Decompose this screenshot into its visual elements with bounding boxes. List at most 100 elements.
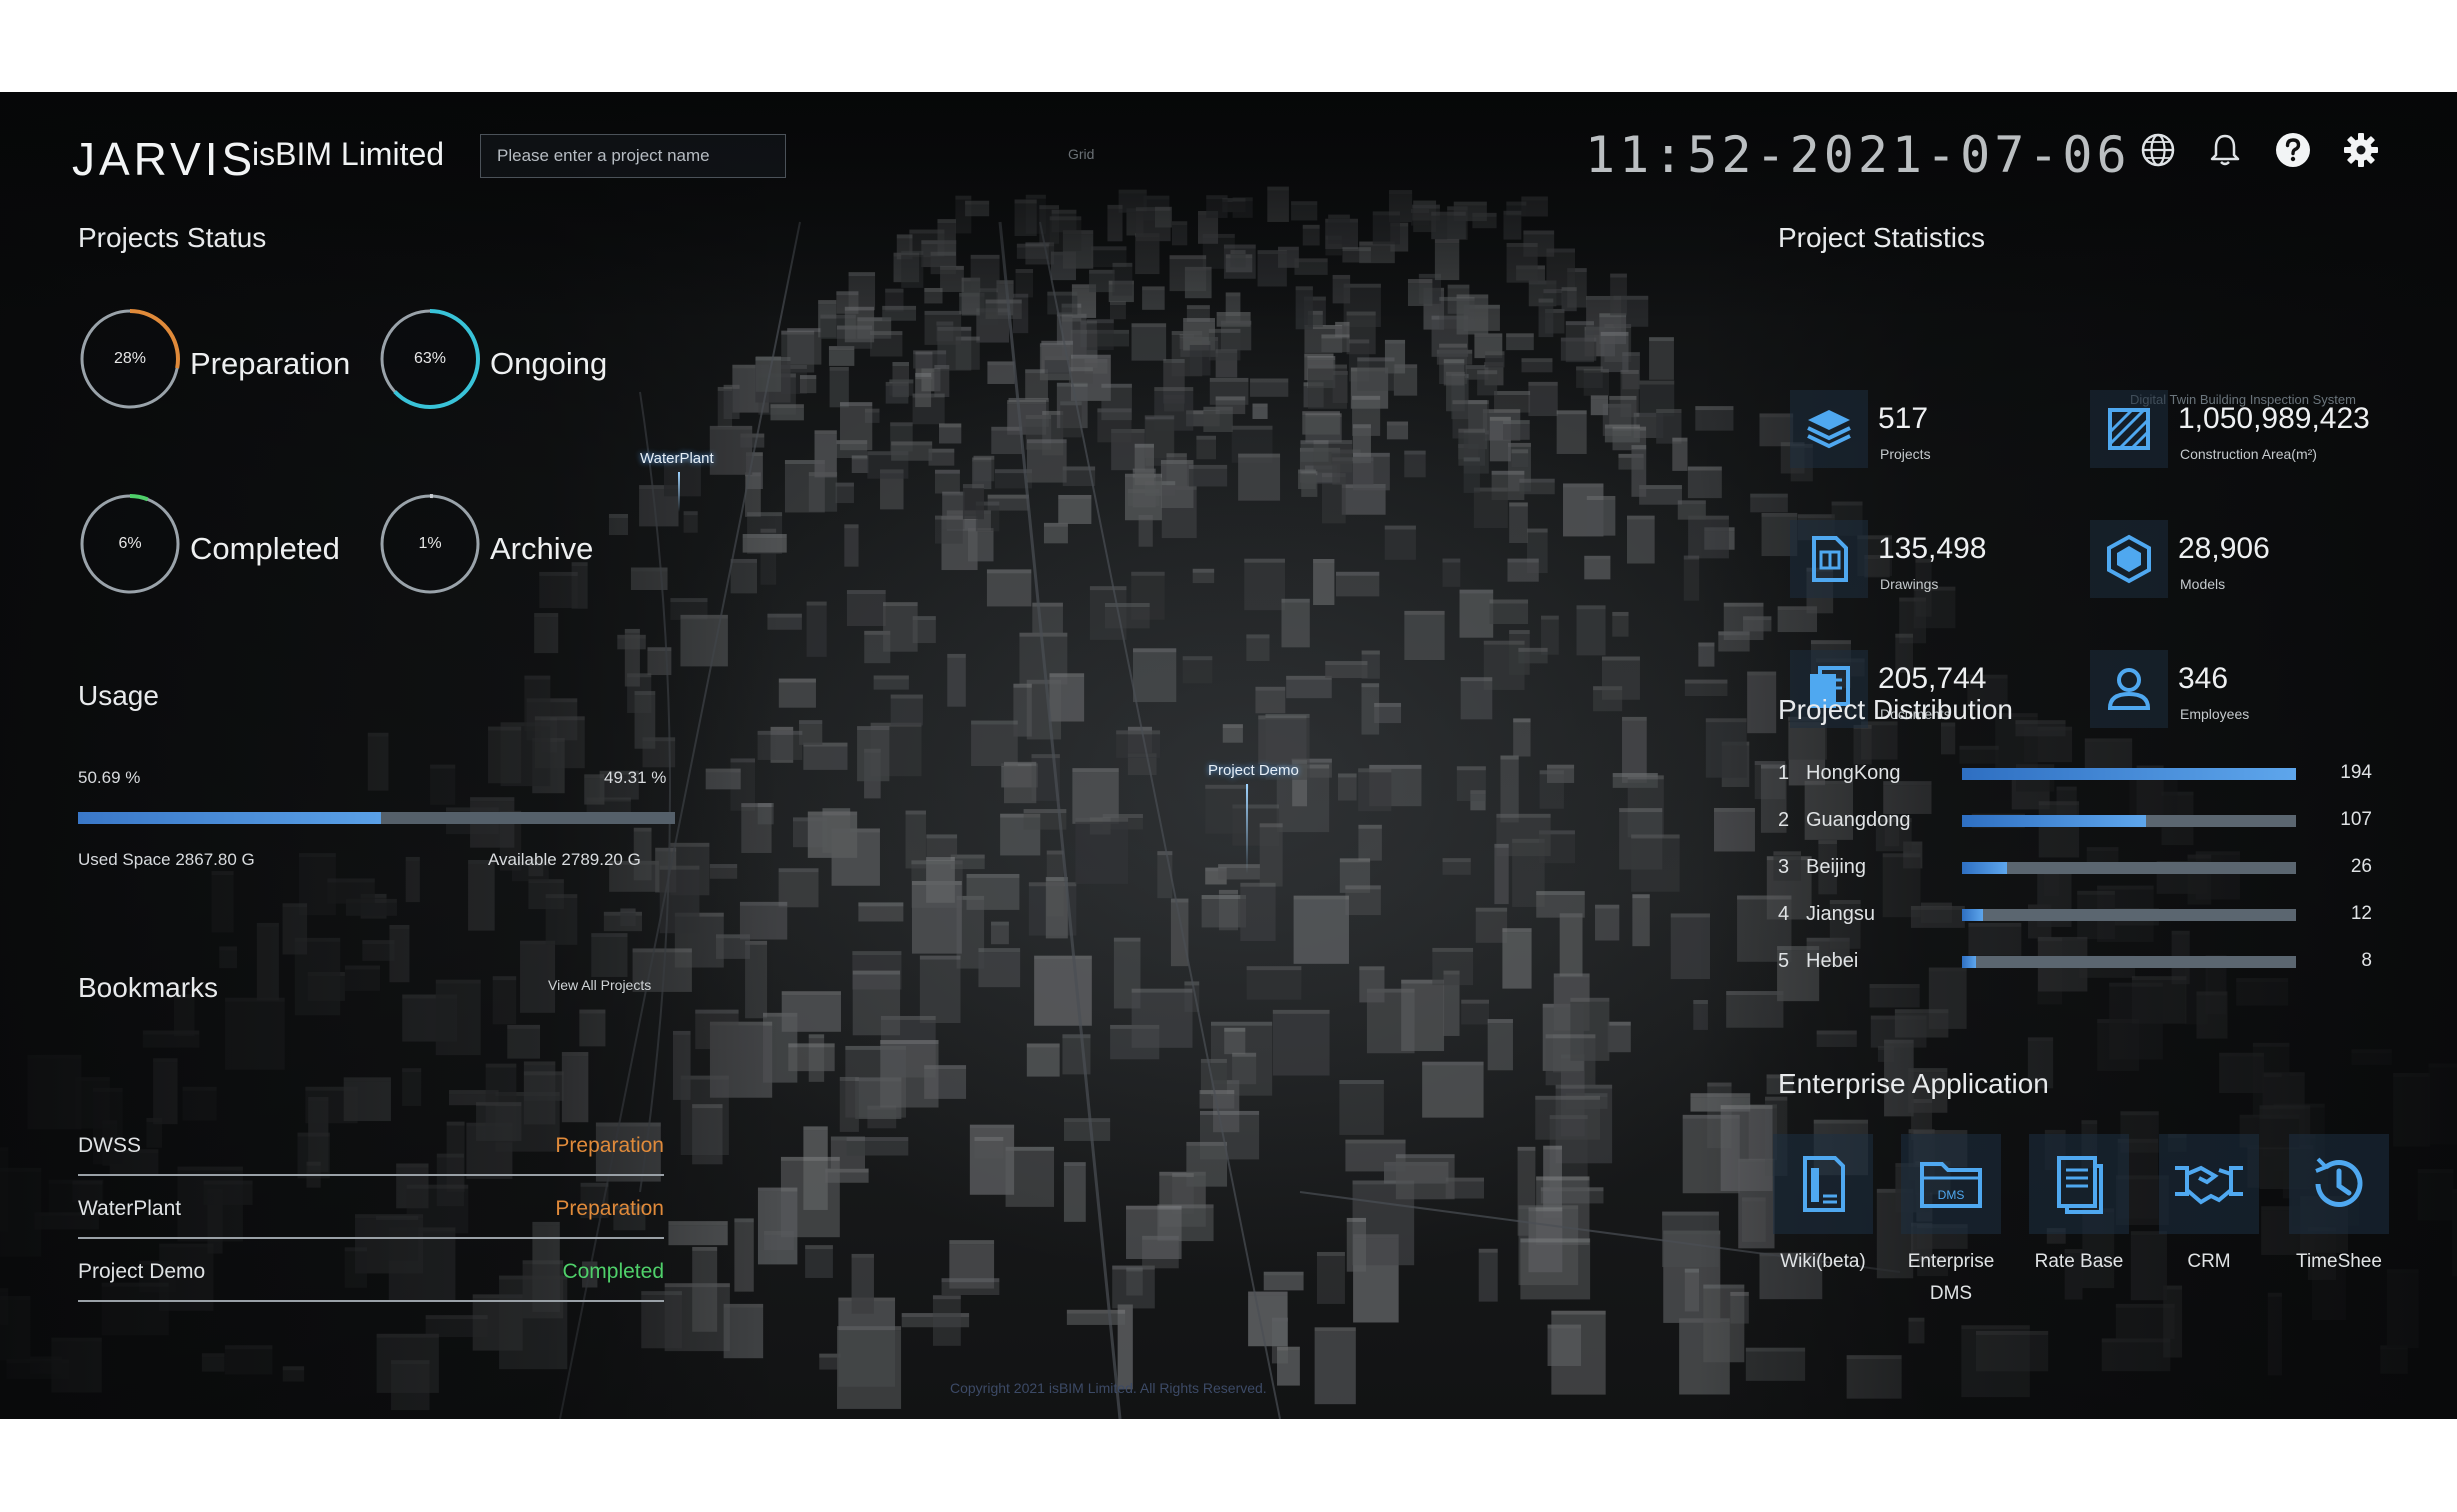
map-pin-project-demo-label[interactable]: Project Demo bbox=[1208, 762, 1299, 779]
help-icon[interactable] bbox=[2271, 128, 2315, 172]
city-building-roof bbox=[781, 991, 841, 996]
city-building-roof bbox=[971, 720, 1018, 725]
app-logo[interactable]: JARVIS bbox=[72, 132, 256, 186]
city-building-roof bbox=[1503, 420, 1530, 425]
city-building bbox=[1131, 992, 1193, 1048]
city-building bbox=[987, 365, 1015, 384]
city-building-roof bbox=[905, 810, 926, 815]
city-building-roof bbox=[1584, 555, 1611, 560]
city-building bbox=[1520, 1242, 1591, 1300]
city-building-roof bbox=[1244, 558, 1285, 563]
settings-gear-icon[interactable] bbox=[2339, 128, 2383, 172]
city-building bbox=[844, 528, 859, 567]
city-building-roof bbox=[852, 951, 902, 956]
city-building-roof bbox=[1361, 650, 1380, 655]
city-building bbox=[978, 952, 1021, 988]
stat-label: Drawings bbox=[1880, 576, 1939, 592]
status-ring-preparation[interactable]: 28% bbox=[78, 307, 182, 411]
status-ring-completed[interactable]: 6% bbox=[78, 492, 182, 596]
app-label: CRM bbox=[2187, 1251, 2231, 1272]
app-handshake[interactable]: CRM bbox=[2154, 1134, 2264, 1278]
app-dms-folder[interactable]: DMS Enterprise DMS bbox=[1896, 1134, 2006, 1310]
city-building bbox=[1576, 370, 1603, 388]
city-building bbox=[1473, 491, 1508, 529]
project-search-input[interactable] bbox=[480, 134, 786, 178]
city-building-roof bbox=[1460, 677, 1493, 682]
city-building-roof bbox=[1144, 415, 1175, 420]
city-building-roof bbox=[1316, 1251, 1345, 1256]
user-icon bbox=[2090, 650, 2168, 728]
city-building-roof bbox=[1551, 1310, 1606, 1315]
city-building-roof bbox=[814, 430, 837, 435]
city-building-roof bbox=[1631, 834, 1680, 839]
city-building-roof bbox=[1604, 424, 1640, 429]
distribution-region: Guangdong bbox=[1806, 809, 1911, 831]
city-building bbox=[1170, 902, 1189, 967]
city-building-roof bbox=[1361, 683, 1380, 688]
city-building-roof bbox=[913, 350, 947, 355]
city-building-roof bbox=[1563, 483, 1604, 488]
city-building-roof bbox=[1509, 630, 1530, 635]
city-building-roof bbox=[1456, 766, 1486, 771]
city-building-roof bbox=[835, 482, 854, 487]
city-building bbox=[1631, 838, 1680, 892]
city-building-roof bbox=[1404, 610, 1445, 615]
city-building-roof bbox=[1072, 768, 1119, 773]
city-building-roof bbox=[934, 469, 960, 474]
app-wiki[interactable]: Wiki(beta) bbox=[1768, 1134, 1878, 1278]
city-building-roof bbox=[1369, 764, 1422, 769]
city-building-roof bbox=[803, 1126, 828, 1131]
city-building bbox=[934, 368, 950, 398]
city-building bbox=[1313, 563, 1335, 606]
city-building bbox=[828, 350, 855, 366]
city-building-roof bbox=[1485, 351, 1505, 356]
bookmark-row[interactable]: Project Demo Completed bbox=[78, 1242, 664, 1302]
city-building bbox=[1478, 1252, 1498, 1302]
city-building-roof bbox=[942, 491, 965, 496]
bookmark-status: Preparation bbox=[555, 1197, 664, 1220]
app-label: Wiki(beta) bbox=[1780, 1251, 1866, 1272]
city-building bbox=[1500, 759, 1519, 823]
city-building bbox=[1250, 382, 1289, 397]
city-building-roof bbox=[1475, 907, 1508, 912]
bell-icon[interactable] bbox=[2203, 128, 2247, 172]
view-all-projects-link[interactable]: View All Projects bbox=[548, 977, 651, 993]
city-building-roof bbox=[1008, 397, 1049, 402]
city-building-roof bbox=[1042, 410, 1064, 415]
city-building bbox=[1565, 325, 1594, 363]
bookmark-row[interactable]: WaterPlant Preparation bbox=[78, 1179, 664, 1239]
city-building bbox=[1649, 341, 1674, 380]
city-building-roof bbox=[1357, 357, 1395, 362]
city-building bbox=[1134, 447, 1154, 486]
city-building bbox=[1063, 1166, 1086, 1222]
bookmark-name: Project Demo bbox=[78, 1260, 206, 1283]
city-building bbox=[1325, 665, 1368, 679]
city-building-roof bbox=[1157, 851, 1173, 856]
city-building bbox=[1259, 827, 1283, 887]
distribution-value: 12 bbox=[2350, 903, 2372, 924]
bookmark-row[interactable]: DWSS Preparation bbox=[78, 1116, 664, 1176]
city-building bbox=[880, 473, 904, 510]
city-building-roof bbox=[1541, 615, 1559, 620]
app-rate-base[interactable]: Rate Base bbox=[2024, 1134, 2134, 1278]
city-building bbox=[1595, 908, 1620, 941]
city-building-roof bbox=[962, 484, 984, 489]
wiki-icon bbox=[1773, 1134, 1873, 1234]
city-building bbox=[974, 1140, 1004, 1159]
status-ring-archive[interactable]: 1% bbox=[378, 492, 482, 596]
app-clock[interactable]: TimeShee bbox=[2284, 1134, 2394, 1278]
city-building bbox=[1196, 439, 1217, 460]
map-pin-waterplant-label[interactable]: WaterPlant bbox=[640, 450, 714, 467]
city-building-roof bbox=[1166, 453, 1187, 458]
stat-value: 1,050,989,423 bbox=[2178, 402, 2370, 435]
city-building-roof bbox=[858, 902, 904, 907]
city-building bbox=[971, 724, 1018, 767]
city-building bbox=[1224, 1031, 1246, 1055]
distribution-value: 26 bbox=[2350, 856, 2372, 877]
city-building-roof bbox=[1459, 589, 1494, 594]
city-building-roof bbox=[1612, 611, 1629, 616]
status-ring-ongoing[interactable]: 63% bbox=[378, 307, 482, 411]
globe-icon[interactable] bbox=[2136, 128, 2180, 172]
city-building-roof bbox=[1259, 823, 1283, 828]
distribution-bar-fill bbox=[1962, 862, 2007, 874]
